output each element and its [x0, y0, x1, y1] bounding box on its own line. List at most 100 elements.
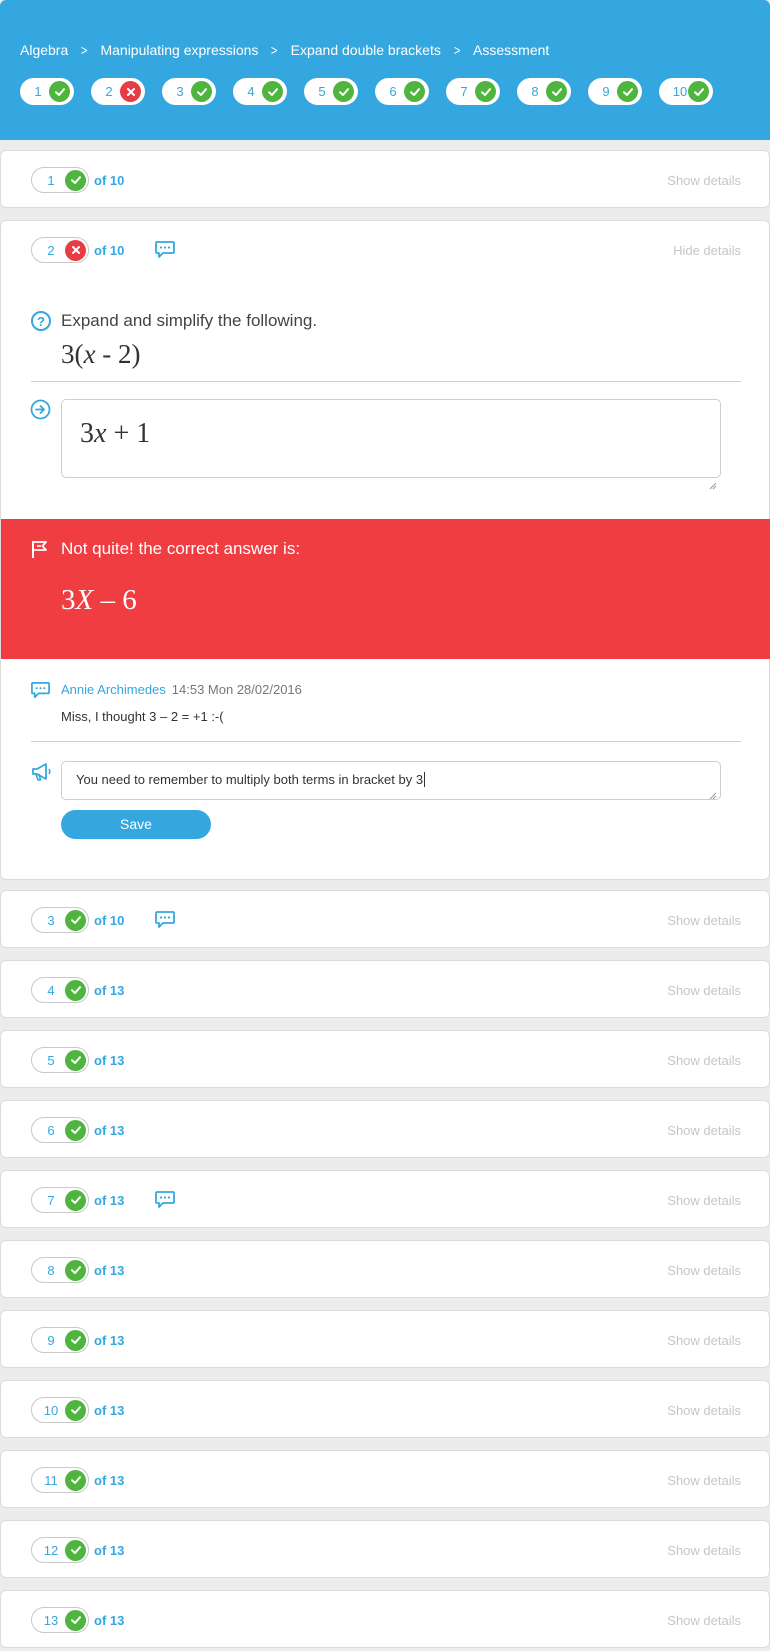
chevron-right-icon: > [453, 42, 461, 58]
comment-author[interactable]: Annie Archimedes [61, 682, 166, 697]
question-summary-row: 12 of 13 [31, 1537, 124, 1563]
show-details-link[interactable]: Show details [667, 1543, 741, 1558]
feedback-banner: Not quite! the correct answer is: 3X – 6 [1, 519, 770, 659]
show-details-link[interactable]: Show details [667, 1333, 741, 1348]
question-number: 5 [47, 1052, 55, 1068]
question-card-12: 12 of 13 Show details [0, 1520, 770, 1578]
question-card-4: 4 of 13 Show details [0, 960, 770, 1018]
question-summary-row: 5 of 13 [31, 1047, 124, 1073]
show-details-link[interactable]: Show details [667, 1613, 741, 1628]
progress-pill-3[interactable]: 3 [162, 78, 216, 105]
progress-pill-2[interactable]: 2 [91, 78, 145, 105]
question-summary-row: 11 of 13 [31, 1467, 124, 1493]
question-card-13: 13 of 13 Show details [0, 1590, 770, 1648]
show-details-link[interactable]: Show details [667, 1403, 741, 1418]
teacher-reply-field[interactable]: You need to remember to multiply both te… [61, 761, 721, 800]
progress-pill-number: 9 [602, 84, 610, 99]
answer-variable: x [94, 418, 107, 449]
question-pill: 13 [31, 1607, 89, 1633]
student-answer-field[interactable]: 3x + 1 [61, 399, 721, 490]
chevron-right-icon: > [271, 42, 278, 58]
megaphone-icon [30, 761, 52, 783]
progress-pill-9[interactable]: 9 [588, 78, 642, 105]
question-total: of 13 [94, 1052, 125, 1068]
question-card-2: 2 of 10 Hide details ? Expand and simplify t… [0, 220, 770, 880]
hide-details-link[interactable]: Hide details [673, 243, 741, 258]
question-pill: 1 [31, 167, 89, 193]
resize-handle-icon[interactable] [709, 788, 717, 800]
question-card-3: 3 of 10 Show details [0, 890, 770, 948]
show-details-link[interactable]: Show details [667, 983, 741, 998]
show-details-link[interactable]: Show details [667, 1263, 741, 1278]
question-total: of 13 [94, 1472, 125, 1488]
correct-answer: 3X – 6 [61, 584, 137, 616]
question-summary-row: 8 of 13 [31, 1257, 124, 1283]
progress-pill-6[interactable]: 6 [375, 78, 429, 105]
comment-icon[interactable] [154, 910, 176, 930]
question-total: of 13 [94, 1402, 125, 1418]
flag-icon [30, 539, 50, 559]
question-pill: 11 [31, 1467, 89, 1493]
question-summary-row: 2 of 10 [31, 237, 176, 263]
progress-pill-10[interactable]: 10 [659, 78, 713, 105]
question-card-11: 11 of 13 Show details [0, 1450, 770, 1508]
show-details-link[interactable]: Show details [667, 1473, 741, 1488]
question-pill: 4 [31, 977, 89, 1003]
progress-pill-number: 1 [34, 84, 42, 99]
breadcrumb-item-manipulating-expressions[interactable]: Manipulating expressions [100, 42, 258, 58]
progress-pill-5[interactable]: 5 [304, 78, 358, 105]
correct-answer-variable: X [75, 584, 94, 616]
show-details-link[interactable]: Show details [667, 173, 741, 188]
divider [31, 741, 741, 742]
question-expression: 3(x - 2) [61, 339, 141, 369]
breadcrumb: Algebra > Manipulating expressions > Exp… [20, 42, 549, 58]
question-total: of 13 [94, 1542, 125, 1558]
question-pill: 8 [31, 1257, 89, 1283]
show-details-link[interactable]: Show details [667, 1123, 741, 1138]
show-details-link[interactable]: Show details [667, 1053, 741, 1068]
question-card-10: 10 of 13 Show details [0, 1380, 770, 1438]
progress-pill-4[interactable]: 4 [233, 78, 287, 105]
progress-pill-number: 6 [389, 84, 397, 99]
question-number: 3 [47, 912, 55, 928]
question-summary-row: 13 of 13 [31, 1607, 124, 1633]
question-summary-row: 3 of 10 [31, 907, 176, 933]
question-card-5: 5 of 13 Show details [0, 1030, 770, 1088]
progress-pill-number: 8 [531, 84, 539, 99]
comment-header: Annie Archimedes 14:53 Mon 28/02/2016 [61, 682, 302, 697]
progress-pill-number: 4 [247, 84, 255, 99]
progress-pill-1[interactable]: 1 [20, 78, 74, 105]
breadcrumb-item-algebra[interactable]: Algebra [20, 42, 68, 58]
question-progress-pills: 1 2 3 4 5 6 7 8 9 10 [20, 78, 750, 105]
question-total: of 10 [94, 912, 125, 928]
question-number: 10 [43, 1402, 59, 1418]
progress-pill-number: 2 [105, 84, 113, 99]
comment-icon[interactable] [154, 240, 176, 260]
question-card-6: 6 of 13 Show details [0, 1100, 770, 1158]
question-summary-row: 9 of 13 [31, 1327, 124, 1353]
progress-pill-8[interactable]: 8 [517, 78, 571, 105]
chevron-right-icon: > [81, 42, 88, 58]
breadcrumb-item-assessment: Assessment [473, 42, 550, 58]
progress-pill-7[interactable]: 7 [446, 78, 500, 105]
comment-icon[interactable] [154, 1190, 176, 1210]
arrow-right-circle-icon [30, 399, 51, 420]
question-card-7: 7 of 13 Show details [0, 1170, 770, 1228]
assessment-header: Algebra > Manipulating expressions > Exp… [0, 0, 770, 140]
question-number: 8 [47, 1262, 55, 1278]
divider [31, 381, 741, 382]
question-number: 2 [47, 242, 55, 258]
progress-pill-number: 3 [176, 84, 184, 99]
show-details-link[interactable]: Show details [667, 913, 741, 928]
question-number: 13 [43, 1612, 59, 1628]
question-summary-row: 10 of 13 [31, 1397, 124, 1423]
breadcrumb-item-expand-double-brackets[interactable]: Expand double brackets [291, 42, 441, 58]
feedback-title: Not quite! the correct answer is: [61, 539, 301, 558]
question-number: 1 [47, 172, 55, 188]
question-prompt: ? Expand and simplify the following. [31, 311, 317, 331]
resize-handle-icon[interactable] [709, 466, 717, 490]
question-number: 12 [43, 1542, 59, 1558]
save-button[interactable]: Save [61, 810, 211, 839]
question-card-8: 8 of 13 Show details [0, 1240, 770, 1298]
show-details-link[interactable]: Show details [667, 1193, 741, 1208]
